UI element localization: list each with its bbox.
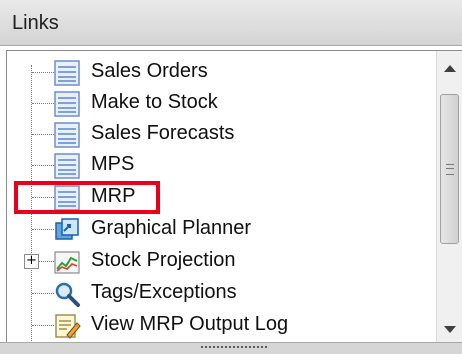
panel-title: Links [12, 12, 59, 34]
document-list-icon [54, 153, 80, 179]
document-list-icon [54, 60, 80, 86]
splitter-grip-icon[interactable] [200, 345, 268, 349]
grip-icon [446, 164, 454, 175]
magnifier-icon [55, 282, 80, 307]
tree-item-label: Tags/Exceptions [91, 281, 237, 303]
tree-item-make-to-stock[interactable]: Make to Stock [7, 88, 437, 119]
tree-item-label: Sales Forecasts [91, 122, 235, 144]
document-list-icon [54, 91, 80, 117]
mrp-highlight-box [14, 181, 160, 214]
tree-branch-line [32, 229, 54, 230]
tree-branch-line [32, 293, 54, 294]
tree-branch-line [32, 325, 54, 326]
tree-branch-line [32, 72, 54, 73]
panel-header: Links [0, 0, 462, 46]
chart-icon [54, 251, 80, 274]
tree-item-graphical-planner[interactable]: Graphical Planner [7, 214, 437, 245]
tree-branch-line [32, 165, 54, 166]
graphical-planner-icon [55, 218, 79, 240]
document-list-icon [54, 122, 80, 148]
tree-item-label: Stock Projection [91, 249, 236, 271]
tree-item-label: Make to Stock [91, 91, 218, 113]
tree-item-label: View MRP Output Log [91, 313, 289, 335]
vertical-scrollbar[interactable] [436, 51, 462, 343]
tree-item-sales-orders[interactable]: Sales Orders [7, 57, 437, 88]
tree-item-sales-forecasts[interactable]: Sales Forecasts [7, 119, 437, 150]
expand-plus-icon[interactable]: + [24, 254, 39, 269]
scroll-down-arrow-icon[interactable] [444, 326, 456, 333]
tree-item-stock-projection[interactable]: + Stock Projection [7, 246, 437, 277]
tree-item-mps[interactable]: MPS [7, 150, 437, 181]
splitter-bar[interactable] [0, 342, 462, 354]
scroll-thumb[interactable] [440, 94, 459, 244]
tree-branch-line [32, 134, 54, 135]
tree-item-tags-exceptions[interactable]: Tags/Exceptions [7, 278, 437, 309]
links-panel: Links Sales Orders Make to Stock Sales F… [0, 0, 462, 354]
tree-item-label: MPS [91, 153, 135, 175]
tree-item-label: Sales Orders [91, 60, 208, 82]
tree-branch-line [32, 103, 54, 104]
log-edit-icon [55, 314, 81, 339]
tree-item-label: Graphical Planner [91, 217, 252, 239]
tree-item-view-mrp-output-log[interactable]: View MRP Output Log [7, 310, 437, 341]
scroll-up-arrow-icon[interactable] [444, 65, 456, 72]
